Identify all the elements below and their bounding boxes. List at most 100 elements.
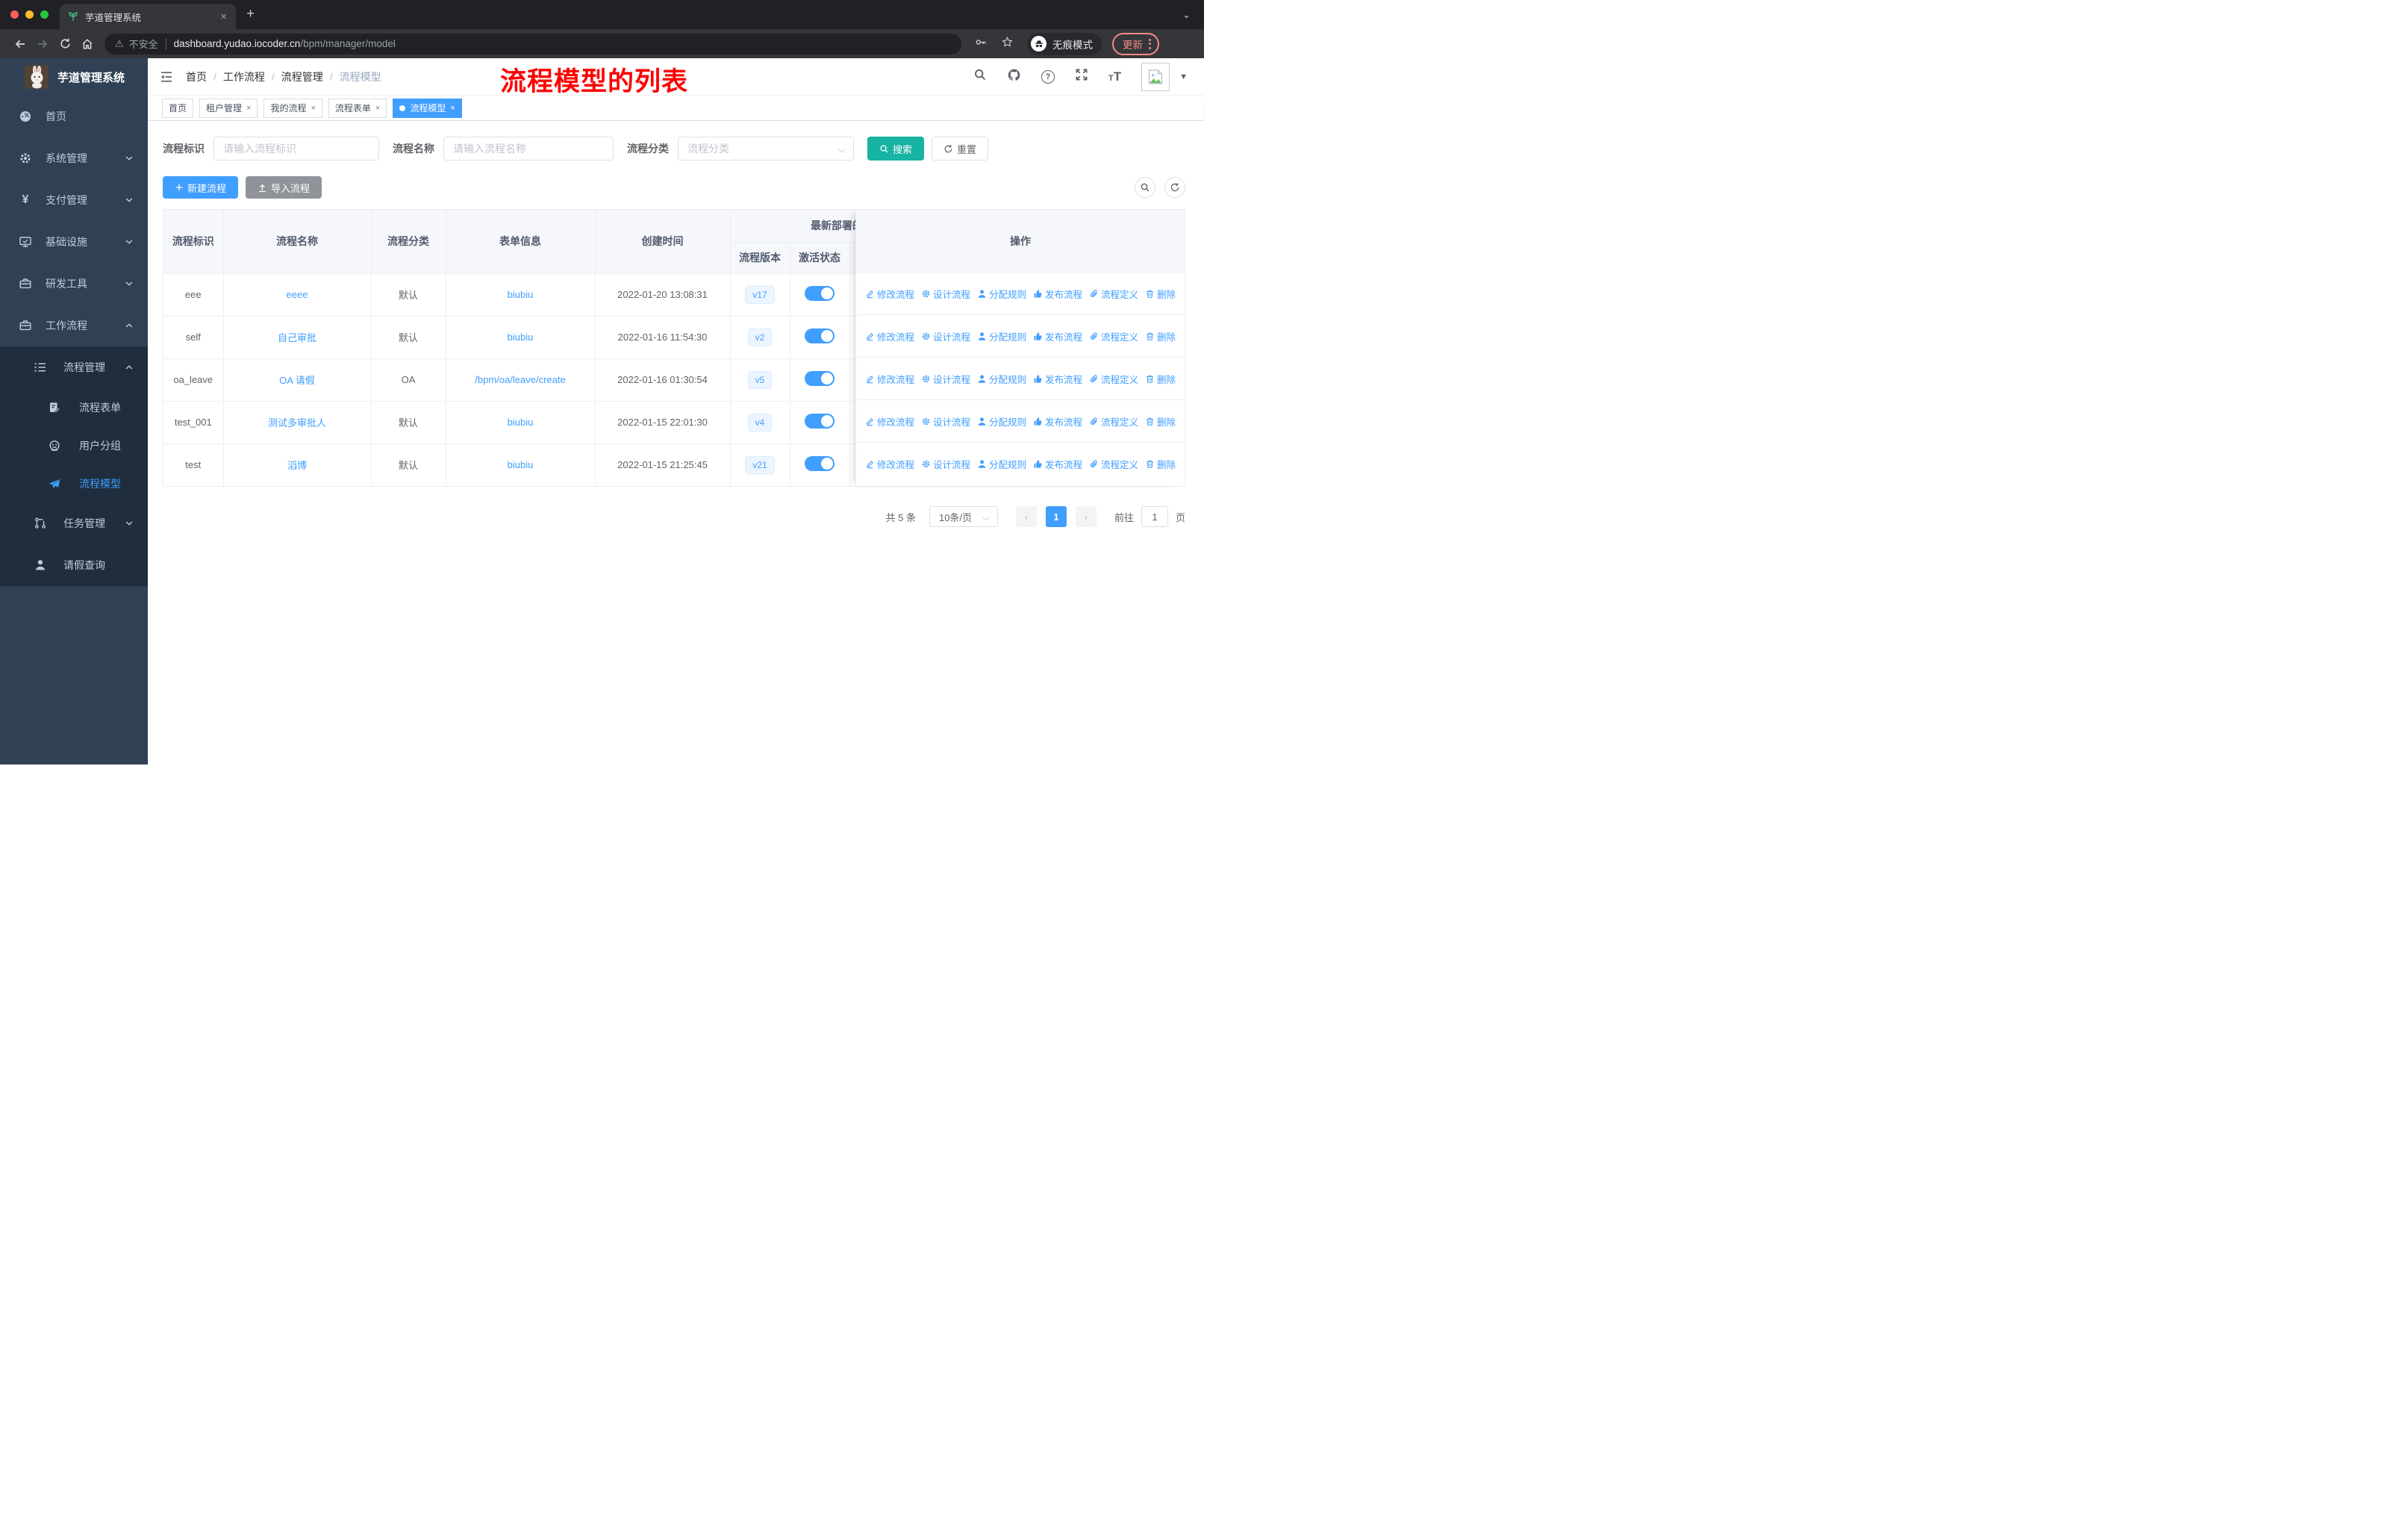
help-icon[interactable]: ? [1041, 69, 1055, 84]
fullscreen-icon[interactable] [1075, 68, 1088, 85]
close-icon[interactable]: × [375, 104, 380, 113]
reload-icon[interactable] [54, 37, 76, 50]
next-page-button[interactable]: › [1075, 506, 1097, 527]
sidebar-item-process-model[interactable]: 流程模型 [0, 464, 148, 502]
process-id-input[interactable] [213, 137, 379, 161]
reset-button[interactable]: 重置 [932, 137, 989, 161]
form-info-link[interactable]: biubiu [508, 459, 534, 470]
assign-rule-link[interactable]: 分配规则 [977, 457, 1026, 471]
process-name-link[interactable]: 自己审批 [278, 332, 316, 343]
sidebar-item-task-mgmt[interactable]: 任务管理 [0, 502, 148, 544]
prev-page-button[interactable]: ‹ [1015, 506, 1037, 527]
design-process-link[interactable]: 设计流程 [921, 329, 970, 343]
refresh-table-button[interactable] [1164, 177, 1185, 198]
assign-rule-link[interactable]: 分配规则 [977, 329, 1026, 343]
process-name-input[interactable] [443, 137, 614, 161]
delete-link[interactable]: 删除 [1145, 329, 1176, 343]
sidebar-collapse-icon[interactable] [159, 69, 174, 84]
goto-page-input[interactable] [1141, 506, 1168, 527]
bookmark-star-icon[interactable] [1001, 36, 1014, 52]
version-badge[interactable]: v4 [747, 413, 773, 432]
version-badge[interactable]: v21 [745, 455, 775, 474]
tab-tenant-mgmt[interactable]: 租户管理 × [199, 98, 258, 118]
publish-process-link[interactable]: 发布流程 [1033, 372, 1082, 386]
version-badge[interactable]: v5 [747, 370, 773, 389]
tab-search-chevron-icon[interactable]: ⌄ [1182, 9, 1191, 21]
edit-process-link[interactable]: 修改流程 [865, 372, 914, 386]
browser-update-button[interactable]: 更新 [1112, 32, 1159, 55]
assign-rule-link[interactable]: 分配规则 [977, 414, 1026, 429]
tab-my-process[interactable]: 我的流程 × [263, 98, 322, 118]
sidebar-item-process-mgmt[interactable]: 流程管理 [0, 346, 148, 388]
assign-rule-link[interactable]: 分配规则 [977, 372, 1026, 386]
toggle-search-button[interactable] [1135, 177, 1155, 198]
publish-process-link[interactable]: 发布流程 [1033, 457, 1082, 471]
zoom-window-button[interactable] [40, 10, 49, 19]
form-info-link[interactable]: biubiu [508, 289, 534, 300]
browser-menu-icon[interactable] [1149, 38, 1151, 49]
sidebar-item-process-form[interactable]: 流程表单 [0, 388, 148, 426]
process-category-select[interactable]: 流程分类 [678, 137, 854, 161]
sidebar-item-devtools[interactable]: 研发工具 [0, 263, 148, 305]
forward-icon[interactable] [31, 37, 54, 51]
process-name-link[interactable]: OA 请假 [279, 375, 315, 386]
search-button[interactable]: 搜索 [867, 137, 925, 161]
form-info-link[interactable]: biubiu [508, 331, 534, 343]
breadcrumb-home[interactable]: 首页 [186, 69, 207, 84]
tab-process-form[interactable]: 流程表单 × [328, 98, 387, 118]
avatar-caret-icon[interactable]: ▼ [1179, 72, 1188, 81]
process-definition-link[interactable]: 流程定义 [1089, 457, 1138, 471]
back-icon[interactable] [9, 37, 31, 51]
version-badge[interactable]: v2 [747, 328, 773, 346]
page-size-select[interactable]: 10条/页 [929, 506, 998, 527]
close-icon[interactable]: × [450, 104, 455, 113]
page-1-button[interactable]: 1 [1045, 506, 1067, 527]
edit-process-link[interactable]: 修改流程 [865, 414, 914, 429]
sidebar-item-workflow[interactable]: 工作流程 [0, 305, 148, 346]
edit-process-link[interactable]: 修改流程 [865, 457, 914, 471]
address-bar[interactable]: ⚠ 不安全 dashboard.yudao.iocoder.cn/bpm/man… [105, 33, 961, 55]
sidebar-item-home[interactable]: 首页 [0, 96, 148, 137]
app-logo[interactable]: 芋道管理系统 [0, 58, 148, 96]
active-toggle[interactable] [805, 286, 835, 301]
process-name-link[interactable]: 滔博 [287, 460, 307, 471]
design-process-link[interactable]: 设计流程 [921, 287, 970, 301]
process-definition-link[interactable]: 流程定义 [1089, 329, 1138, 343]
edit-process-link[interactable]: 修改流程 [865, 329, 914, 343]
password-key-icon[interactable] [975, 36, 988, 52]
form-info-link[interactable]: biubiu [508, 417, 534, 428]
avatar[interactable] [1141, 62, 1170, 91]
not-secure-label[interactable]: 不安全 [129, 37, 158, 51]
close-window-button[interactable] [10, 10, 19, 19]
process-name-link[interactable]: 测试多审批人 [268, 417, 326, 429]
sidebar-item-system[interactable]: 系统管理 [0, 137, 148, 179]
design-process-link[interactable]: 设计流程 [921, 414, 970, 429]
github-icon[interactable] [1007, 68, 1021, 86]
publish-process-link[interactable]: 发布流程 [1033, 414, 1082, 429]
create-process-button[interactable]: 新建流程 [163, 176, 239, 199]
version-badge[interactable]: v17 [745, 285, 775, 304]
breadcrumb-process-mgmt[interactable]: 流程管理 [281, 69, 323, 84]
publish-process-link[interactable]: 发布流程 [1033, 287, 1082, 301]
sidebar-item-leave-query[interactable]: 请假查询 [0, 544, 148, 586]
active-toggle[interactable] [805, 371, 835, 386]
new-tab-button[interactable]: + [246, 7, 255, 21]
minimize-window-button[interactable] [25, 10, 34, 19]
form-info-link[interactable]: /bpm/oa/leave/create [475, 374, 565, 385]
sidebar-item-infra[interactable]: 基础设施 [0, 221, 148, 263]
process-definition-link[interactable]: 流程定义 [1089, 287, 1138, 301]
sidebar-item-pay[interactable]: ¥ 支付管理 [0, 179, 148, 221]
active-toggle[interactable] [805, 328, 835, 343]
active-toggle[interactable] [805, 456, 835, 471]
design-process-link[interactable]: 设计流程 [921, 457, 970, 471]
process-definition-link[interactable]: 流程定义 [1089, 414, 1138, 429]
sidebar-item-user-group[interactable]: 用户分组 [0, 426, 148, 464]
delete-link[interactable]: 删除 [1145, 372, 1176, 386]
process-name-link[interactable]: eeee [287, 289, 308, 300]
import-process-button[interactable]: 导入流程 [246, 176, 322, 199]
delete-link[interactable]: 删除 [1145, 414, 1176, 429]
design-process-link[interactable]: 设计流程 [921, 372, 970, 386]
process-definition-link[interactable]: 流程定义 [1089, 372, 1138, 386]
home-icon[interactable] [76, 37, 99, 51]
tab-close-icon[interactable]: × [219, 11, 228, 22]
